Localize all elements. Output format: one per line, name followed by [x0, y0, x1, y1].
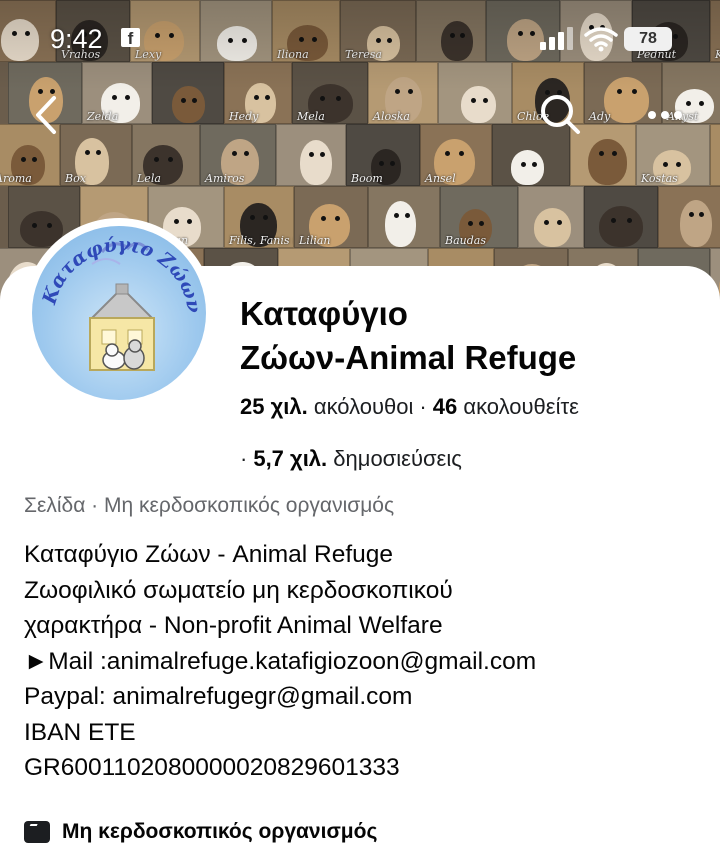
bio-line: Καταφύγιο Ζώων - Animal Refuge — [24, 541, 394, 568]
posts-count: 5,7 χιλ. — [253, 446, 328, 471]
page-bio: Καταφύγιο Ζώων - Animal Refuge Ζωοφιλικό… — [24, 537, 714, 786]
info-row-text: Μη κερδοσκοπικός οργανισμός — [62, 820, 378, 843]
facebook-icon: f — [121, 28, 140, 48]
following-stat[interactable]: 46 ακολουθείτε — [433, 394, 579, 419]
page-category: Σελίδα · Μη κερδοσκοπικός οργανισμός — [24, 494, 395, 517]
bio-line: Ζωοφιλικό σωματείο μη κερδοσκοπικού — [24, 576, 453, 604]
page-stats-posts: · 5,7 χιλ. δημοσιεύσεις — [240, 444, 710, 474]
page-avatar[interactable]: Καταφύγιο Ζώων — [24, 218, 214, 408]
bio-line-email[interactable]: ►Mail :animalrefuge.katafigiozoon@gmail.… — [24, 644, 714, 680]
back-arrow-icon[interactable] — [22, 90, 72, 140]
posts-stat[interactable]: 5,7 χιλ. δημοσιεύσεις — [253, 446, 462, 471]
page-stats: 25 χιλ. ακόλουθοι · 46 ακολουθείτε — [240, 392, 710, 422]
stats-separator: · — [240, 446, 248, 471]
posts-label: δημοσιεύσεις — [333, 446, 462, 471]
stats-separator: · — [419, 394, 427, 419]
refuge-logo-image: Καταφύγιο Ζώων — [38, 234, 205, 371]
wifi-icon — [584, 27, 618, 52]
followers-label: ακόλουθοι — [313, 394, 414, 419]
bio-line: IBAN ETE — [24, 718, 136, 746]
following-count: 46 — [432, 394, 458, 419]
status-bar: 9:42 f 78 — [0, 0, 720, 80]
more-options-icon[interactable] — [640, 90, 690, 140]
avatar-logo: Καταφύγιο Ζώων — [32, 226, 206, 400]
phone-screen: VrahosLexyIlionaTeresaPednutKleanZeldaHe… — [0, 0, 720, 859]
status-time: 9:42 — [50, 24, 103, 54]
bio-line-paypal[interactable]: Paypal: animalrefugegr@gmail.com — [24, 679, 714, 715]
followers-stat[interactable]: 25 χιλ. ακόλουθοι — [240, 394, 413, 419]
bio-line-iban: GR6001102080000020829601333 — [24, 754, 400, 781]
following-label: ακολουθείτε — [463, 394, 579, 419]
page-title: Καταφύγιο Ζώων-Animal Refuge — [240, 292, 700, 380]
search-icon[interactable] — [536, 90, 586, 140]
battery-indicator: 78 — [624, 27, 672, 51]
page-title-line-1: Καταφύγιο — [240, 295, 408, 332]
clapperboard-icon — [24, 821, 50, 843]
page-title-line-2: Ζώων-Animal Refuge — [240, 339, 577, 376]
signal-icon — [540, 26, 578, 50]
followers-count: 25 χιλ. — [240, 394, 308, 419]
bio-line: χαρακτήρα - Non-profit Animal Welfare — [24, 612, 443, 639]
info-row-category[interactable]: Μη κερδοσκοπικός οργανισμός — [24, 816, 377, 848]
